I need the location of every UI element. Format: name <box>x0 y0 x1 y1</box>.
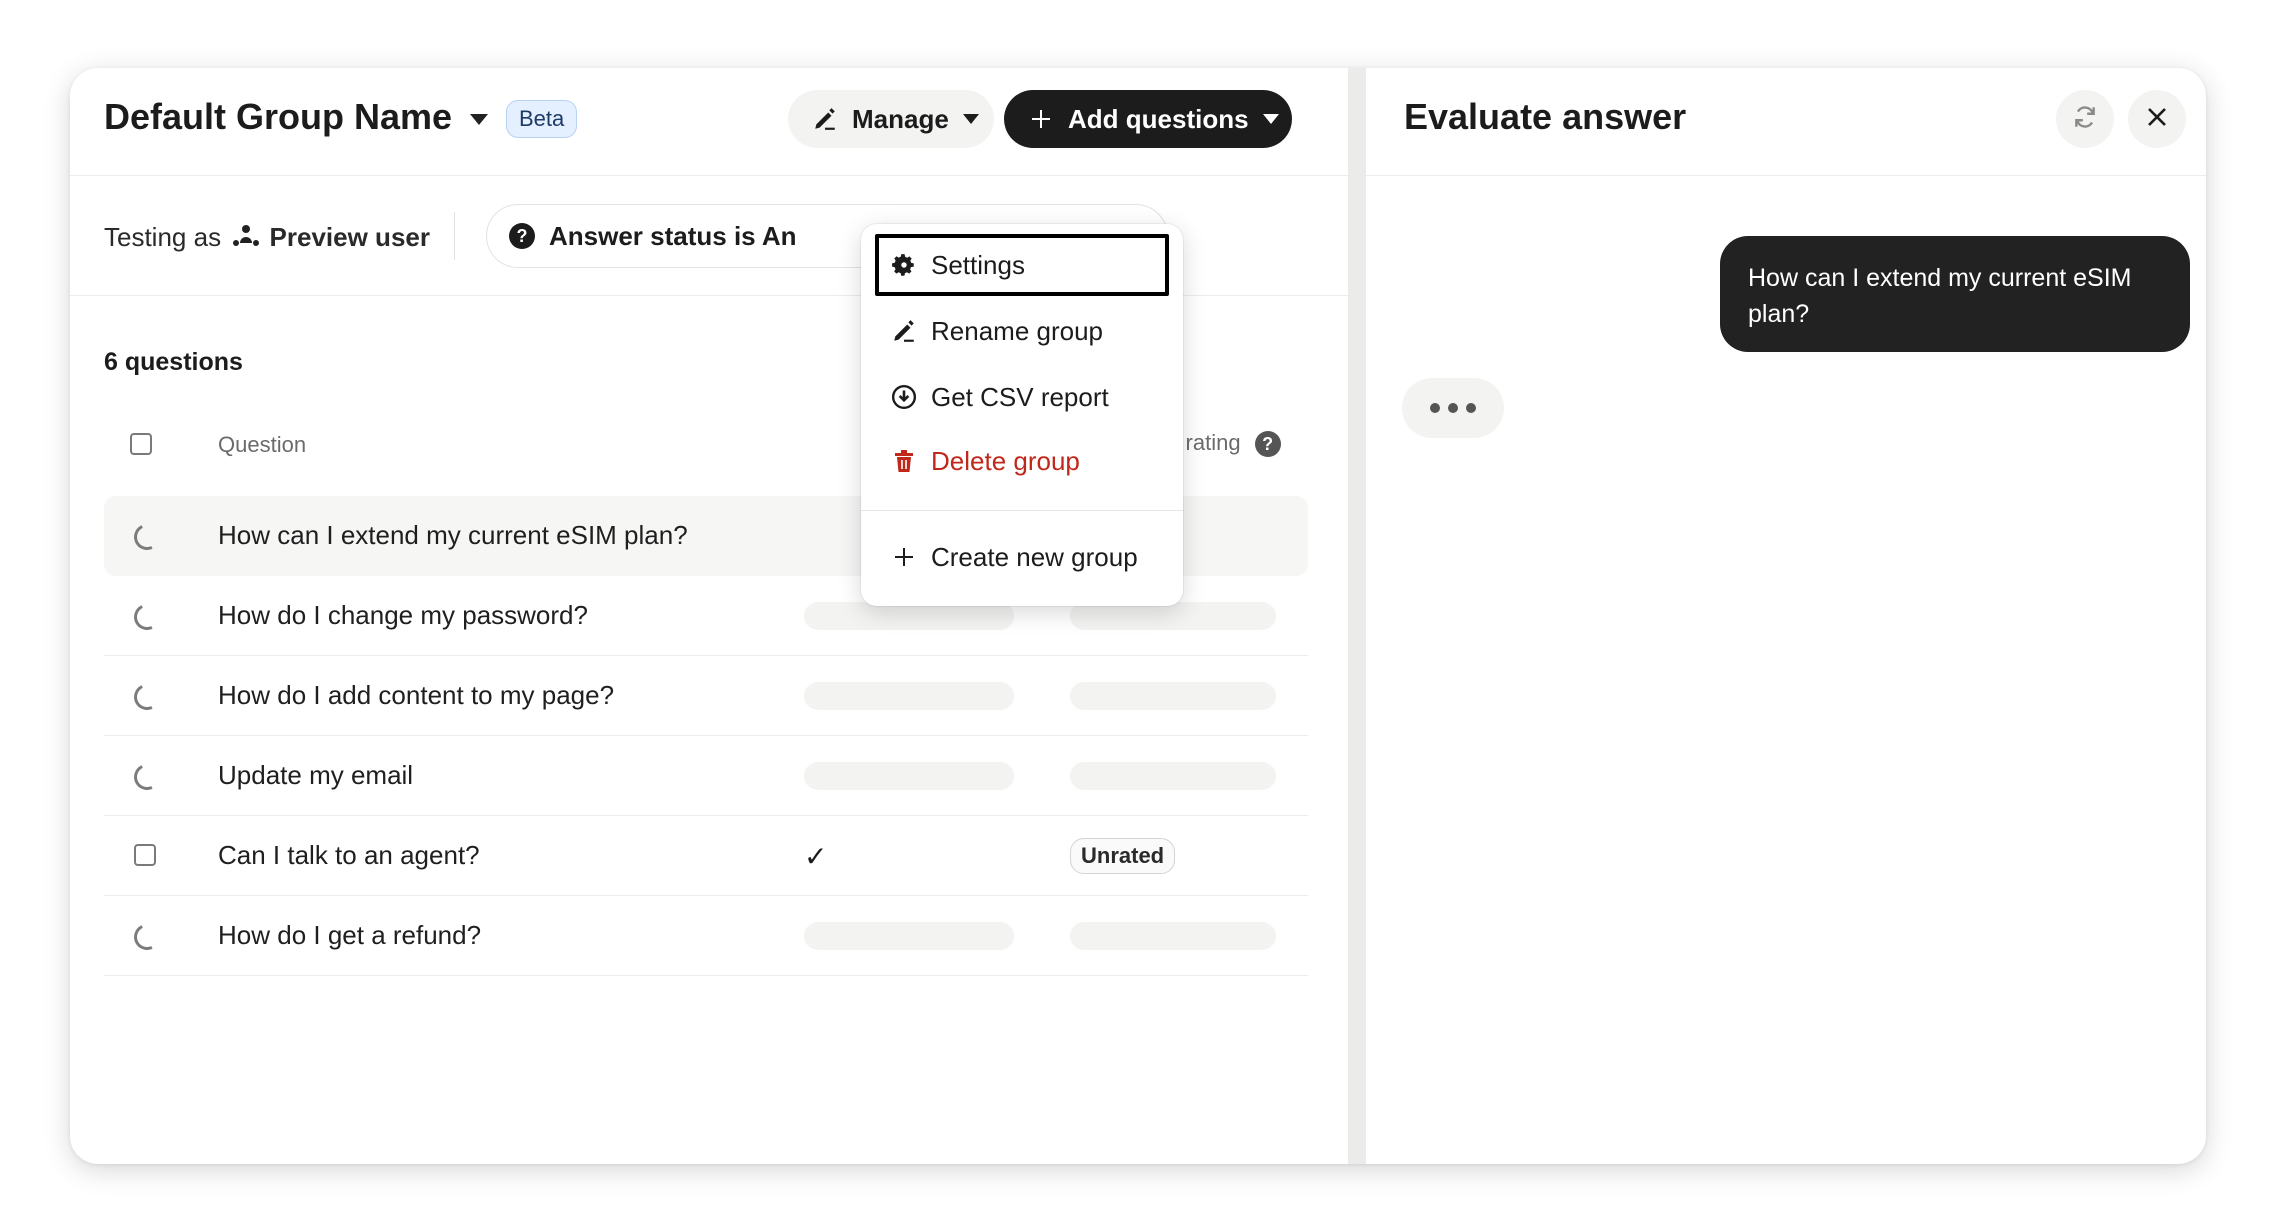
question-text: Can I talk to an agent? <box>218 840 480 870</box>
gear-icon <box>889 250 919 280</box>
testing-as-label[interactable]: Testing as Preview user <box>104 222 430 256</box>
question-text: How do I add content to my page? <box>218 680 615 710</box>
menu-item-label: Get CSV report <box>931 381 1109 412</box>
testing-as-prefix: Testing as <box>104 222 222 252</box>
menu-item-label: Settings <box>931 249 1025 280</box>
menu-item-get-csv-report[interactable]: Get CSV report <box>875 366 1169 428</box>
panel-header: Default Group Name Beta Manage Add quest… <box>70 68 1348 176</box>
loading-spinner-icon <box>130 600 164 634</box>
menu-item-label: Create new group <box>931 541 1138 572</box>
questions-count: 6 questions <box>104 348 243 376</box>
beta-badge: Beta <box>506 100 578 138</box>
panel-resize-divider[interactable] <box>1348 68 1366 1164</box>
plus-icon <box>889 542 919 572</box>
app-window: Default Group Name Beta Manage Add quest… <box>70 68 2206 1164</box>
testing-as-user: Preview user <box>269 222 430 252</box>
menu-item-label: Rename group <box>931 315 1103 346</box>
loading-spinner-icon <box>130 920 164 954</box>
evaluate-title: Evaluate answer <box>1404 96 1687 137</box>
answer-status-label: Answer status is An <box>549 220 797 251</box>
table-row[interactable]: Update my email <box>104 736 1308 816</box>
skeleton-placeholder <box>1070 682 1276 710</box>
select-all-checkbox[interactable] <box>130 433 152 455</box>
close-button[interactable] <box>2128 90 2186 148</box>
skeleton-placeholder <box>804 922 1014 950</box>
manage-dropdown-menu: Settings Rename group Get CSV report Del… <box>861 224 1183 606</box>
chevron-down-icon <box>962 114 979 124</box>
evaluate-panel: Evaluate answer How can I extend my curr… <box>1366 68 2206 1164</box>
row-checkbox[interactable] <box>134 844 156 866</box>
typing-dot <box>1448 403 1458 413</box>
question-text: How do I change my password? <box>218 600 588 630</box>
table-row[interactable]: Can I talk to an agent? ✓ Unrated <box>104 816 1308 896</box>
skeleton-placeholder <box>1070 922 1276 950</box>
question-text: Update my email <box>218 760 414 790</box>
skeleton-placeholder <box>1070 762 1276 790</box>
help-icon: ? <box>509 223 535 249</box>
evaluate-header: Evaluate answer <box>1366 68 2206 176</box>
help-icon[interactable]: ? <box>1254 431 1281 458</box>
rating-badge: Unrated <box>1070 838 1176 874</box>
user-message-bubble: How can I extend my current eSIM plan? <box>1720 236 2190 352</box>
group-chevron-down-icon[interactable] <box>470 114 488 125</box>
group-name-title[interactable]: Default Group Name <box>104 96 452 138</box>
loading-spinner-icon <box>130 760 164 794</box>
add-questions-button[interactable]: Add questions <box>1004 90 1292 148</box>
skeleton-placeholder <box>804 682 1014 710</box>
checkmark-icon: ✓ <box>804 841 828 872</box>
menu-item-rename-group[interactable]: Rename group <box>875 300 1169 362</box>
skeleton-placeholder <box>1070 602 1276 630</box>
filter-divider <box>454 212 455 260</box>
manage-button[interactable]: Manage <box>788 90 994 148</box>
typing-dot <box>1430 403 1440 413</box>
question-text: How do I get a refund? <box>218 920 482 950</box>
plus-icon <box>1026 104 1056 134</box>
menu-item-settings[interactable]: Settings <box>875 234 1169 296</box>
typing-dot <box>1466 403 1476 413</box>
download-icon <box>889 382 919 412</box>
table-row[interactable]: How do I get a refund? <box>104 896 1308 976</box>
add-questions-label: Add questions <box>1068 103 1249 134</box>
question-text: How can I extend my current eSIM plan? <box>218 520 688 550</box>
questions-panel: Default Group Name Beta Manage Add quest… <box>70 68 1348 1164</box>
refresh-button[interactable] <box>2056 90 2114 148</box>
loading-spinner-icon <box>130 680 164 714</box>
menu-item-create-new-group[interactable]: Create new group <box>875 526 1169 588</box>
column-question: Question <box>218 432 307 457</box>
pencil-icon <box>810 104 840 134</box>
trash-icon <box>889 446 919 476</box>
table-row[interactable]: How do I add content to my page? <box>104 656 1308 736</box>
loading-spinner-icon <box>130 520 164 554</box>
menu-item-label: Delete group <box>931 445 1080 476</box>
menu-item-delete-group[interactable]: Delete group <box>875 430 1169 492</box>
manage-label: Manage <box>852 103 949 134</box>
pencil-icon <box>889 316 919 346</box>
close-icon <box>2146 106 2168 133</box>
menu-divider <box>861 510 1183 511</box>
user-network-icon <box>232 223 260 256</box>
typing-indicator <box>1402 378 1504 438</box>
chevron-down-icon <box>1262 114 1279 124</box>
refresh-icon <box>2072 104 2098 135</box>
skeleton-placeholder <box>804 762 1014 790</box>
skeleton-placeholder <box>804 602 1014 630</box>
